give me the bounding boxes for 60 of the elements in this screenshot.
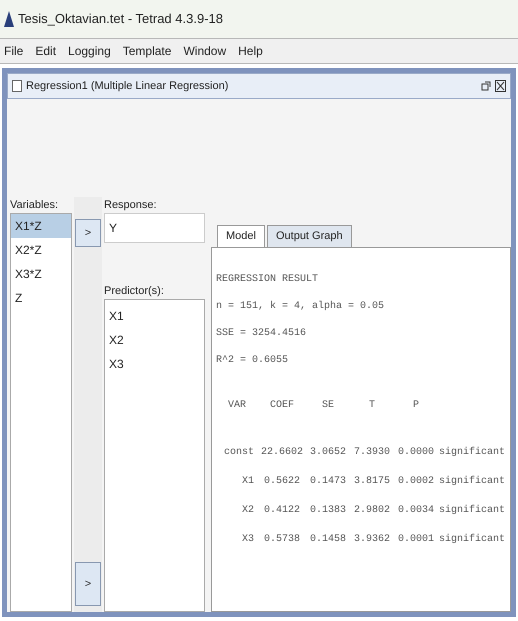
variable-item[interactable]: Z	[11, 286, 71, 310]
variable-item[interactable]: X2*Z	[11, 238, 71, 262]
column-header: P	[412, 399, 420, 413]
table-cell-text: 3.8175	[352, 475, 391, 489]
app-icon	[4, 11, 14, 27]
table-cell-text: 0.0001	[396, 533, 435, 547]
table-cell-text: 3.0652	[308, 446, 347, 460]
frame-title: Regression1 (Multiple Linear Regression)	[26, 78, 228, 94]
result-line: SSE = 3254.4516	[216, 327, 308, 341]
add-response-button[interactable]: >	[75, 219, 101, 247]
table-cell-text: significant	[438, 446, 506, 460]
table-cell-text: significant	[438, 504, 506, 518]
variable-item[interactable]: X3*Z	[11, 262, 71, 286]
result-line: R^2 = 0.6055	[216, 354, 290, 368]
table-cell-text: 0.1458	[308, 533, 347, 547]
table-cell-text: 0.4122	[262, 504, 301, 518]
close-icon[interactable]	[495, 80, 506, 92]
table-cell-text: const	[222, 446, 255, 460]
table-cell-text: significant	[438, 474, 506, 489]
table-cell-text: 7.3930	[352, 446, 391, 460]
predictors-label: Predictor(s):	[104, 284, 165, 299]
menu-item[interactable]: Help	[238, 42, 263, 60]
table-cell-text: 0.5738	[262, 533, 301, 547]
menu-item[interactable]: Logging	[68, 42, 111, 60]
column-header: SE	[320, 399, 335, 413]
response-label: Response:	[104, 198, 158, 213]
menu-item[interactable]: File	[4, 42, 24, 60]
column-header: T	[368, 399, 376, 413]
result-heading: REGRESSION RESULT	[216, 273, 320, 287]
table-cell-text: 3.9362	[352, 533, 391, 547]
menu-item[interactable]: Window	[183, 42, 226, 60]
tab[interactable]: Output Graph	[266, 225, 352, 247]
predictor-item[interactable]: X1	[105, 304, 204, 328]
table-cell-text: 0.5622	[262, 475, 301, 489]
window-title: Tesis_Oktavian.tet - Tetrad 4.3.9-18	[18, 10, 223, 28]
table-cell-text: 0.0034	[396, 504, 435, 518]
table-cell-text: X2	[240, 504, 255, 518]
add-predictor-button[interactable]: >	[75, 562, 101, 606]
table-cell-text: X1	[240, 475, 255, 489]
maximize-icon[interactable]	[481, 81, 491, 91]
response-field[interactable]: Y	[104, 213, 205, 243]
table-cell-text: 0.1473	[308, 475, 347, 489]
variables-label: Variables:	[10, 198, 60, 213]
table-cell-text: 0.0000	[396, 446, 435, 460]
tab[interactable]: Model	[217, 225, 265, 247]
table-cell-text: 22.6602	[260, 446, 304, 460]
result-line: n = 151, k = 4, alpha = 0.05	[216, 300, 386, 314]
menu-item[interactable]: Template	[122, 42, 172, 60]
column-header: VAR	[226, 399, 247, 413]
predictor-item[interactable]: X2	[105, 328, 204, 352]
table-cell-text: 0.1383	[308, 504, 347, 518]
table-cell-text: 0.0002	[396, 475, 435, 489]
table-cell-text: X3	[240, 533, 255, 547]
predictor-item[interactable]: X3	[105, 352, 204, 376]
table-cell-text: significant	[438, 532, 506, 547]
menu-item[interactable]: Edit	[35, 42, 56, 60]
table-cell-text: 2.9802	[352, 504, 391, 518]
column-header: COEF	[268, 399, 295, 413]
variable-item[interactable]: X1*Z	[11, 214, 71, 238]
frame-icon	[12, 80, 22, 92]
